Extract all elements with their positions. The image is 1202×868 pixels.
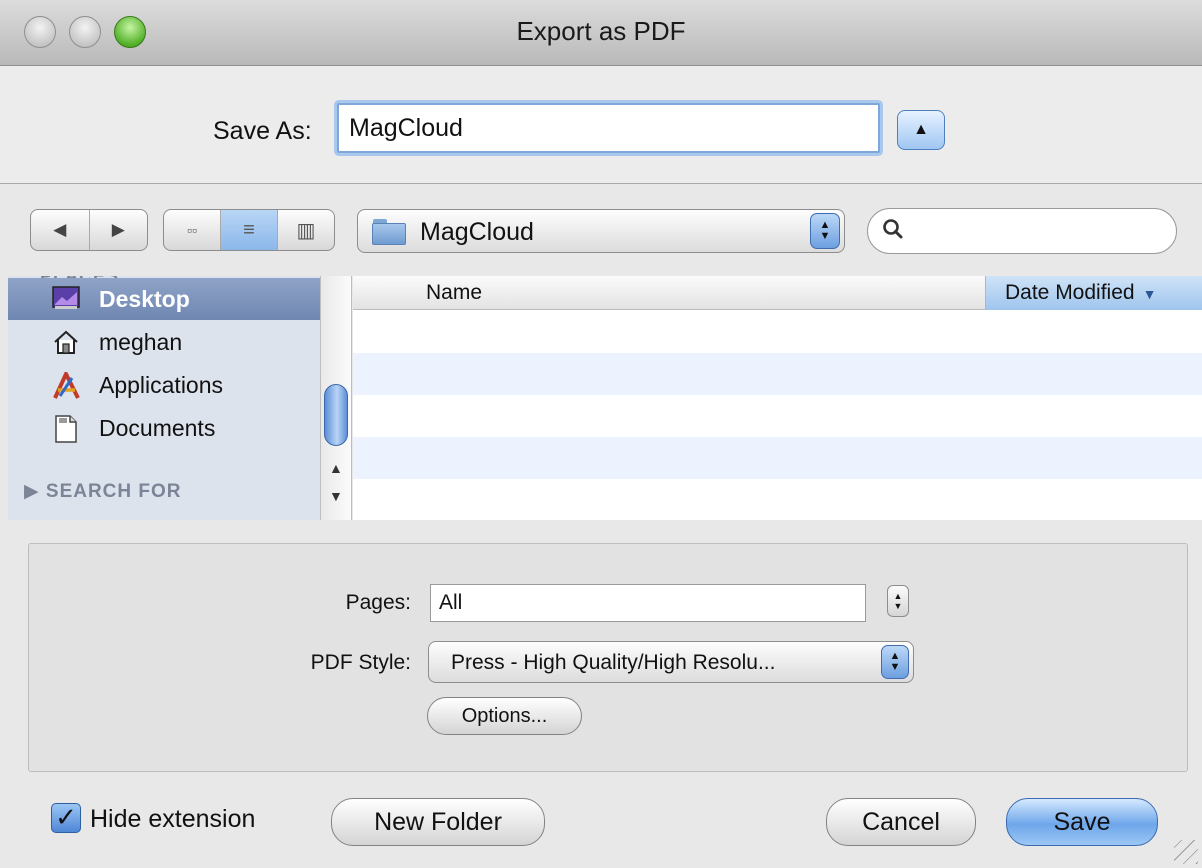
- sidebar-item-label: Desktop: [99, 285, 190, 312]
- search-field[interactable]: [867, 208, 1177, 254]
- file-browser: ◀ ▶ ▫▫ ≡ ▥ MagCloud ▲▼ PLACES Desktop m: [0, 185, 1202, 520]
- triangle-up-icon: ▲: [913, 121, 929, 138]
- title-bar: Export as PDF: [0, 0, 1202, 66]
- icon-view-button[interactable]: ▫▫: [164, 210, 220, 250]
- popup-arrows-icon: ▲ ▼: [881, 645, 909, 679]
- file-list: Name Date Modified ▼: [353, 276, 1202, 520]
- sidebar-item-label: Applications: [99, 371, 224, 398]
- save-button[interactable]: Save: [1006, 798, 1158, 846]
- column-header-date-modified[interactable]: Date Modified ▼: [985, 276, 1202, 310]
- sidebar-item-documents[interactable]: Documents: [8, 407, 320, 449]
- back-forward-control: ◀ ▶: [30, 209, 148, 251]
- table-row: [353, 437, 1202, 479]
- search-icon: [882, 218, 904, 246]
- sidebar-item-meghan[interactable]: meghan: [8, 321, 320, 363]
- new-folder-button[interactable]: New Folder: [331, 798, 545, 846]
- search-input[interactable]: [914, 215, 1164, 247]
- hide-extension-label: Hide extension: [90, 805, 256, 833]
- scroll-up-arrow-icon[interactable]: ▲: [329, 460, 343, 476]
- column-header-name[interactable]: Name: [426, 281, 482, 305]
- forward-arrow-icon: ▶: [111, 220, 125, 239]
- sort-descending-icon: ▼: [1142, 286, 1157, 302]
- pages-input[interactable]: [430, 584, 866, 622]
- home-icon: [52, 329, 80, 355]
- sidebar-section-search-for[interactable]: ▶ SEARCH FOR: [24, 480, 182, 503]
- location-popup[interactable]: MagCloud ▲ ▼: [357, 209, 845, 253]
- back-arrow-icon: ◀: [53, 220, 67, 239]
- checkmark-icon: ✓: [55, 802, 77, 832]
- forward-button[interactable]: ▶: [88, 210, 148, 250]
- save-as-area: Save As: ▲: [0, 66, 1202, 184]
- column-header-label: Date Modified: [1005, 281, 1135, 304]
- scrollbar-thumb[interactable]: [324, 384, 348, 446]
- sidebar-item-applications[interactable]: Applications: [8, 364, 320, 406]
- popup-arrows-icon: ▲ ▼: [810, 213, 840, 249]
- sidebar-item-label: Documents: [99, 414, 216, 441]
- column-view-button[interactable]: ▥: [277, 210, 334, 250]
- applications-icon: [52, 369, 80, 399]
- list-icon: ≡: [243, 218, 255, 241]
- scroll-down-arrow-icon[interactable]: ▼: [329, 488, 343, 504]
- window-title: Export as PDF: [516, 16, 686, 46]
- pdf-style-value: Press - High Quality/High Resolu...: [451, 651, 776, 674]
- sidebar-item-desktop[interactable]: Desktop: [8, 278, 320, 320]
- pages-label: Pages:: [345, 591, 411, 614]
- pdf-style-popup[interactable]: Press - High Quality/High Resolu... ▲ ▼: [428, 641, 914, 683]
- desktop-icon: [52, 286, 80, 312]
- table-row: [353, 311, 1202, 353]
- options-button[interactable]: Options...: [427, 697, 582, 735]
- back-button[interactable]: ◀: [31, 210, 89, 250]
- folder-icon: [372, 219, 406, 245]
- sidebar-scrollbar[interactable]: ▲ ▼: [320, 276, 352, 520]
- pdf-style-label: PDF Style:: [310, 651, 411, 674]
- documents-icon: [52, 415, 80, 443]
- columns-icon: ▥: [296, 219, 316, 242]
- save-as-input[interactable]: [337, 103, 880, 153]
- hide-extension-checkbox[interactable]: ✓: [51, 803, 81, 833]
- expand-dialog-button[interactable]: ▲: [897, 110, 945, 150]
- sidebar: PLACES Desktop meghan Applications Docum…: [8, 276, 320, 520]
- location-label: MagCloud: [420, 218, 534, 246]
- table-row: [353, 353, 1202, 395]
- pdf-options-panel: Pages: ▲▼ PDF Style: Press - High Qualit…: [28, 543, 1188, 772]
- table-row: [353, 395, 1202, 437]
- table-row: [353, 479, 1202, 520]
- resize-grip-icon[interactable]: [1174, 840, 1198, 864]
- cancel-button[interactable]: Cancel: [826, 798, 976, 846]
- view-mode-control: ▫▫ ≡ ▥: [163, 209, 335, 251]
- save-as-label: Save As:: [213, 117, 312, 145]
- file-list-header: Name Date Modified ▼: [353, 276, 1202, 310]
- grid-icon: ▫▫: [187, 222, 197, 238]
- list-view-button[interactable]: ≡: [220, 210, 277, 250]
- pages-stepper[interactable]: ▲ ▼: [887, 585, 909, 617]
- sidebar-item-label: meghan: [99, 328, 183, 355]
